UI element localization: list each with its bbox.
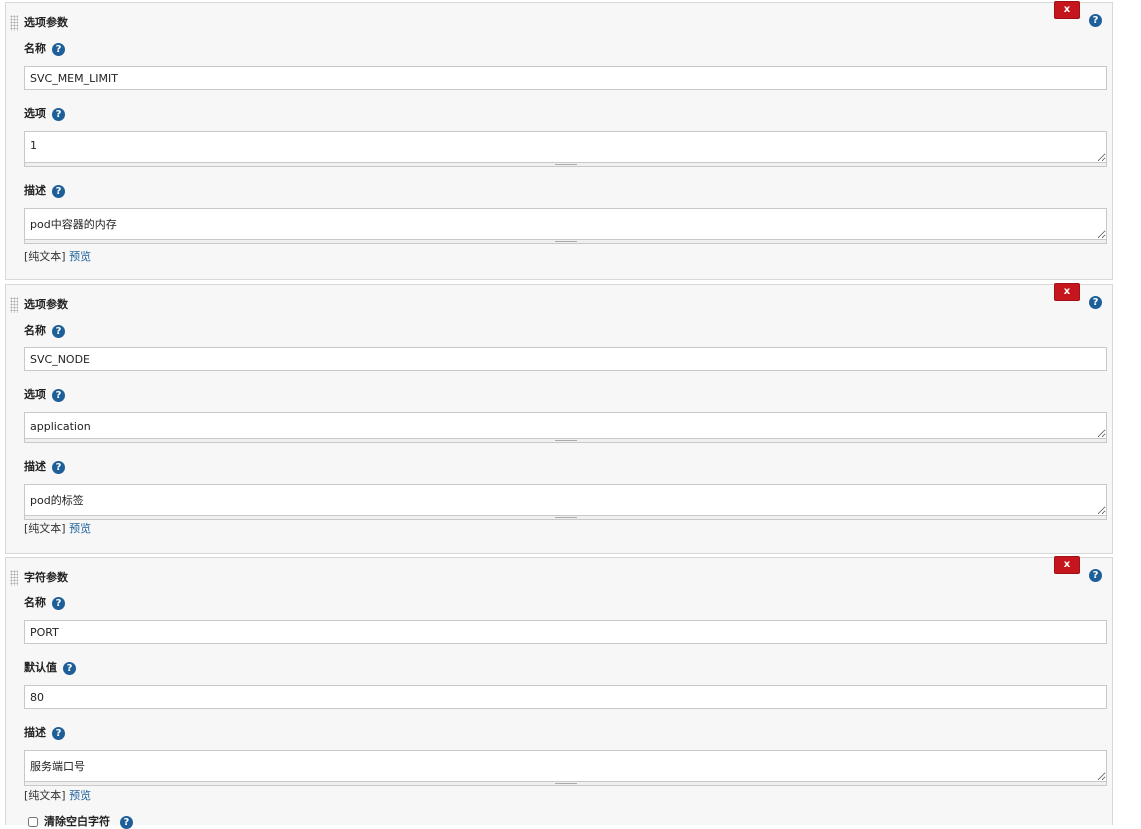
description-label: 描述? [24,724,65,740]
name-label: 名称? [24,40,65,56]
help-icon[interactable]: ? [52,42,65,56]
choices-textarea[interactable]: application [24,412,1107,439]
textarea-resize-bar[interactable] [24,782,1107,786]
delete-parameter-button[interactable]: x [1054,1,1080,19]
description-textarea[interactable]: pod的标签 [24,484,1107,516]
delete-parameter-button[interactable]: x [1054,556,1080,574]
preview-link[interactable]: 预览 [69,250,91,263]
help-icon[interactable]: ? [63,661,76,675]
name-label: 名称? [24,322,65,338]
trim-option: 清除空白字符 ? [28,813,133,829]
choices-label: 选项? [24,105,65,121]
preview-link[interactable]: 预览 [69,522,91,535]
help-icon[interactable]: ? [119,815,133,829]
help-icon[interactable]: ? [1089,569,1102,582]
choice-parameter-panel: 选项参数 x ? 名称? 选项? application 描述? pod的标签 … [5,283,1113,554]
trim-checkbox[interactable] [28,817,38,827]
panel-title: 选项参数 [24,16,68,29]
description-label: 描述? [24,458,65,474]
name-input[interactable] [24,347,1107,371]
panel-title: 字符参数 [24,571,68,584]
help-icon[interactable]: ? [52,388,65,402]
drag-handle-icon[interactable] [10,570,18,586]
panel-title: 选项参数 [24,298,68,311]
textarea-resize-bar[interactable] [24,439,1107,443]
string-parameter-panel: 字符参数 x ? 名称? 默认值? 描述? 服务端口号 [纯文本] 预览 清除空… [5,556,1113,829]
choices-label: 选项? [24,386,65,402]
help-icon[interactable]: ? [52,726,65,740]
format-indicator: [纯文本] 预览 [24,789,92,802]
name-label: 名称? [24,594,65,610]
choice-parameter-panel: 选项参数 x ? 名称? 选项? 1 描述? pod中容器的内存 [纯文本] 预… [5,1,1113,280]
help-icon[interactable]: ? [52,107,65,121]
help-icon[interactable]: ? [52,184,65,198]
help-icon[interactable]: ? [52,460,65,474]
description-label: 描述? [24,182,65,198]
choices-textarea[interactable]: 1 [24,131,1107,163]
help-icon[interactable]: ? [1089,14,1102,27]
format-indicator: [纯文本] 预览 [24,522,92,535]
help-icon[interactable]: ? [52,596,65,610]
preview-link[interactable]: 预览 [69,789,91,802]
name-input[interactable] [24,66,1107,90]
help-icon[interactable]: ? [52,324,65,338]
help-icon[interactable]: ? [1089,296,1102,309]
description-textarea[interactable]: 服务端口号 [24,750,1107,782]
textarea-resize-bar[interactable] [24,240,1107,244]
name-input[interactable] [24,620,1107,644]
description-textarea[interactable]: pod中容器的内存 [24,208,1107,240]
delete-parameter-button[interactable]: x [1054,283,1080,301]
default-value-input[interactable] [24,685,1107,709]
textarea-resize-bar[interactable] [24,163,1107,167]
default-value-label: 默认值? [24,659,76,675]
drag-handle-icon[interactable] [10,297,18,313]
drag-handle-icon[interactable] [10,15,18,31]
format-indicator: [纯文本] 预览 [24,250,92,263]
textarea-resize-bar[interactable] [24,516,1107,520]
